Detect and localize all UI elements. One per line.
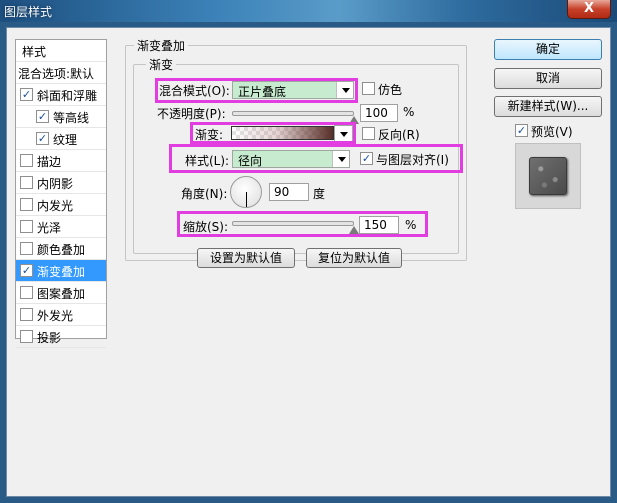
sidebar-item-label: 斜面和浮雕 bbox=[37, 89, 98, 103]
sidebar-item-label: 图案叠加 bbox=[37, 287, 86, 301]
opacity-input[interactable]: 100 bbox=[360, 104, 398, 122]
angle-dial[interactable] bbox=[230, 176, 262, 208]
blend-options-label: 混合选项:默认 bbox=[18, 67, 95, 81]
sidebar-item-checkbox[interactable] bbox=[20, 242, 33, 255]
sidebar-item-label: 投影 bbox=[37, 331, 62, 345]
sidebar-item-label: 渐变叠加 bbox=[37, 265, 86, 279]
reset-default-button[interactable]: 复位为默认值 bbox=[306, 248, 402, 268]
new-style-button[interactable]: 新建样式(W)... bbox=[494, 96, 602, 117]
sidebar-item-label: 纹理 bbox=[53, 133, 78, 147]
dialog-body: 样式 混合选项:默认 ✓ 斜面和浮雕 ✓ 等高线 ✓ 纹理描边内阴影内发光光泽颜色叠加 ✓ 渐… bbox=[6, 27, 611, 497]
opacity-unit: % bbox=[403, 105, 415, 119]
sidebar-item[interactable]: 内发光 bbox=[16, 194, 106, 216]
angle-input[interactable]: 90 bbox=[269, 183, 309, 201]
sidebar-item-checkbox[interactable]: ✓ bbox=[20, 264, 33, 277]
highlight-gradient bbox=[190, 122, 356, 144]
sidebar-item-checkbox[interactable] bbox=[20, 220, 33, 233]
sidebar-item[interactable]: ✓ 等高线 bbox=[16, 106, 106, 128]
sidebar-item[interactable]: 图案叠加 bbox=[16, 282, 106, 304]
ok-button[interactable]: 确定 bbox=[494, 39, 602, 60]
sidebar-item-label: 外发光 bbox=[37, 309, 74, 323]
sidebar-item[interactable]: ✓ 渐变叠加 bbox=[16, 260, 106, 282]
sidebar-item-label: 颜色叠加 bbox=[37, 243, 86, 257]
sidebar-item[interactable]: 内阴影 bbox=[16, 172, 106, 194]
sidebar-item[interactable]: 颜色叠加 bbox=[16, 238, 106, 260]
sidebar-item[interactable]: ✓ 纹理 bbox=[16, 128, 106, 150]
sidebar-item[interactable]: 外发光 bbox=[16, 304, 106, 326]
set-default-button[interactable]: 设置为默认值 bbox=[197, 248, 295, 268]
angle-label: 角度(N): bbox=[181, 187, 228, 201]
cancel-button[interactable]: 取消 bbox=[494, 68, 602, 89]
highlight-scale bbox=[177, 211, 428, 237]
group-title: 渐变叠加 bbox=[134, 37, 189, 54]
sidebar-item-checkbox[interactable]: ✓ bbox=[36, 110, 49, 123]
sidebar-item-checkbox[interactable]: ✓ bbox=[20, 88, 33, 101]
sidebar-item-label: 光泽 bbox=[37, 221, 62, 235]
preview-label: 预览(V) bbox=[531, 125, 573, 139]
dither-label: 仿色 bbox=[378, 83, 403, 97]
reverse-checkbox[interactable] bbox=[362, 127, 375, 140]
sidebar-item[interactable]: 描边 bbox=[16, 150, 106, 172]
sidebar-item-checkbox[interactable] bbox=[20, 286, 33, 299]
styles-header-label: 样式 bbox=[22, 45, 47, 59]
preview-checkbox[interactable]: ✓ bbox=[515, 124, 528, 137]
opacity-slider[interactable] bbox=[232, 111, 354, 116]
highlight-blend-mode bbox=[155, 78, 358, 103]
highlight-style bbox=[169, 144, 463, 173]
sidebar-item-checkbox[interactable] bbox=[20, 176, 33, 189]
preview-swatch bbox=[529, 157, 567, 195]
reverse-label: 反向(R) bbox=[378, 128, 420, 142]
sidebar-item[interactable]: 光泽 bbox=[16, 216, 106, 238]
sidebar-item-label: 等高线 bbox=[53, 111, 90, 125]
sidebar-item[interactable]: 投影 bbox=[16, 326, 106, 348]
style-list: 样式 混合选项:默认 ✓ 斜面和浮雕 ✓ 等高线 ✓ 纹理描边内阴影内发光光泽颜色叠加 ✓ 渐… bbox=[15, 39, 107, 348]
subgroup-title: 渐变 bbox=[146, 56, 177, 73]
dither-checkbox[interactable] bbox=[362, 82, 375, 95]
preview-thumbnail bbox=[515, 143, 581, 209]
sidebar-item-label: 内阴影 bbox=[37, 177, 74, 191]
sidebar-item-label: 内发光 bbox=[37, 199, 74, 213]
sidebar-item-checkbox[interactable]: ✓ bbox=[36, 132, 49, 145]
sidebar-item[interactable]: ✓ 斜面和浮雕 bbox=[16, 84, 106, 106]
opacity-label: 不透明度(P): bbox=[157, 107, 226, 121]
sidebar-item-checkbox[interactable] bbox=[20, 308, 33, 321]
sidebar-item-checkbox[interactable] bbox=[20, 330, 33, 343]
styles-header[interactable]: 样式 bbox=[16, 40, 106, 62]
title-bar[interactable]: 图层样式 X bbox=[0, 0, 617, 22]
blend-options-item[interactable]: 混合选项:默认 bbox=[16, 62, 106, 84]
angle-unit: 度 bbox=[313, 187, 326, 201]
sidebar-item-label: 描边 bbox=[37, 155, 62, 169]
window-title: 图层样式 bbox=[4, 5, 53, 19]
sidebar-item-checkbox[interactable] bbox=[20, 154, 33, 167]
close-button[interactable]: X bbox=[567, 0, 611, 19]
sidebar-item-checkbox[interactable] bbox=[20, 198, 33, 211]
